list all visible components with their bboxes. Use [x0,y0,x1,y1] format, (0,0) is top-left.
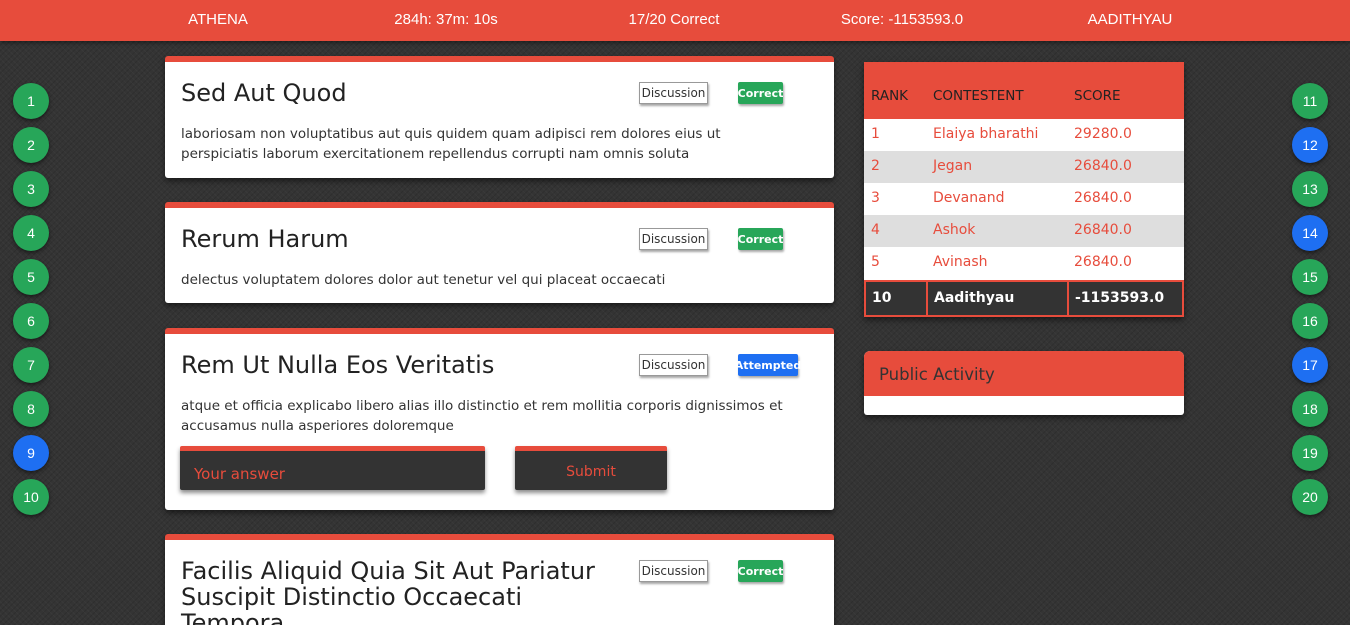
rank-cell: 1 [871,126,880,142]
score-display: Score: -1153593.0 [840,11,964,28]
contestant-cell: Devanand [933,190,1005,206]
question-description: delectus voluptatem dolores dolor aut te… [181,272,666,288]
question-card: Rem Ut Nulla Eos Veritatis atque et offi… [165,328,834,510]
question-nav-7[interactable]: 7 [13,347,49,383]
discussion-button[interactable]: Discussion [639,82,708,104]
question-card: Rerum Harum delectus voluptatem dolores … [165,202,834,303]
question-nav-12[interactable]: 12 [1292,127,1328,163]
question-card: Sed Aut Quod laboriosam non voluptatibus… [165,56,834,178]
rank-cell: 2 [871,158,880,174]
question-title: Sed Aut Quod [181,79,347,107]
question-nav-3[interactable]: 3 [13,171,49,207]
question-nav-8[interactable]: 8 [13,391,49,427]
question-nav-5[interactable]: 5 [13,259,49,295]
contestant-cell: Jegan [933,158,973,174]
contestant-cell: Ashok [933,222,976,238]
discussion-button[interactable]: Discussion [639,354,708,376]
question-nav-19[interactable]: 19 [1292,435,1328,471]
score-cell: -1153593.0 [1075,290,1165,306]
rank-cell: 5 [871,254,880,270]
user-name[interactable]: AADITHYAU [1088,11,1173,28]
question-title: Facilis Aliquid Quia Sit Aut Pariatur Su… [181,557,595,625]
question-title: Rerum Harum [181,225,349,253]
public-activity-panel: Public Activity [864,351,1184,415]
column-header-rank: RANK [871,88,909,104]
question-nav-10[interactable]: 10 [13,479,49,515]
column-header-contestant: CONTESTENT [933,88,1024,104]
rank-cell: 10 [866,282,928,315]
score-cell: 26840.0 [1074,254,1132,270]
leaderboard: RANK CONTESTENT SCORE 1 Elaiya bharathi … [864,62,1184,317]
contestant-cell: Elaiya bharathi [933,126,1039,142]
rank-cell: 3 [871,190,880,206]
score-cell: 26840.0 [1074,158,1132,174]
status-badge: Correct [738,560,783,582]
public-activity-title: Public Activity [864,351,1184,396]
leaderboard-row: 4 Ashok 26840.0 [864,215,1184,247]
question-title: Rem Ut Nulla Eos Veritatis [181,351,495,379]
leaderboard-row: 1 Elaiya bharathi 29280.0 [864,119,1184,151]
question-nav-13[interactable]: 13 [1292,171,1328,207]
discussion-button[interactable]: Discussion [639,228,708,250]
rank-cell: 4 [871,222,880,238]
correct-count: 17/20 Correct [628,11,720,28]
status-badge: Attempted [735,354,801,376]
question-nav-15[interactable]: 15 [1292,259,1328,295]
question-nav-1[interactable]: 1 [13,83,49,119]
question-nav-9[interactable]: 9 [13,435,49,471]
question-nav-11[interactable]: 11 [1292,83,1328,119]
submit-button[interactable]: Submit [515,446,667,490]
question-nav-2[interactable]: 2 [13,127,49,163]
status-badge: Correct [738,82,783,104]
discussion-button[interactable]: Discussion [639,560,708,582]
question-description: laboriosam non voluptatibus aut quis qui… [181,126,721,162]
contestant-cell: Aadithyau [928,282,1069,315]
score-cell: 26840.0 [1074,222,1132,238]
question-nav-20[interactable]: 20 [1292,479,1328,515]
timer: 284h: 37m: 10s [394,11,498,28]
question-card: Facilis Aliquid Quia Sit Aut Pariatur Su… [165,534,834,625]
leaderboard-row: 2 Jegan 26840.0 [864,151,1184,183]
top-bar: ATHENA 284h: 37m: 10s 17/20 Correct Scor… [0,0,1350,41]
contestant-cell: Avinash [933,254,988,270]
answer-input[interactable] [180,446,485,490]
question-nav-17[interactable]: 17 [1292,347,1328,383]
team-name: ATHENA [188,11,248,28]
current-user-row: 10 Aadithyau -1153593.0 [864,280,1184,317]
score-cell: 26840.0 [1074,190,1132,206]
leaderboard-row: 5 Avinash 26840.0 [864,247,1184,280]
leaderboard-row: 3 Devanand 26840.0 [864,183,1184,215]
status-badge: Correct [738,228,783,250]
question-description: atque et officia explicabo libero alias … [181,398,783,434]
question-nav-4[interactable]: 4 [13,215,49,251]
column-header-score: SCORE [1074,88,1121,104]
question-nav-6[interactable]: 6 [13,303,49,339]
question-nav-16[interactable]: 16 [1292,303,1328,339]
leaderboard-header: RANK CONTESTENT SCORE [864,62,1184,119]
question-nav-18[interactable]: 18 [1292,391,1328,427]
question-nav-14[interactable]: 14 [1292,215,1328,251]
score-cell: 29280.0 [1074,126,1132,142]
